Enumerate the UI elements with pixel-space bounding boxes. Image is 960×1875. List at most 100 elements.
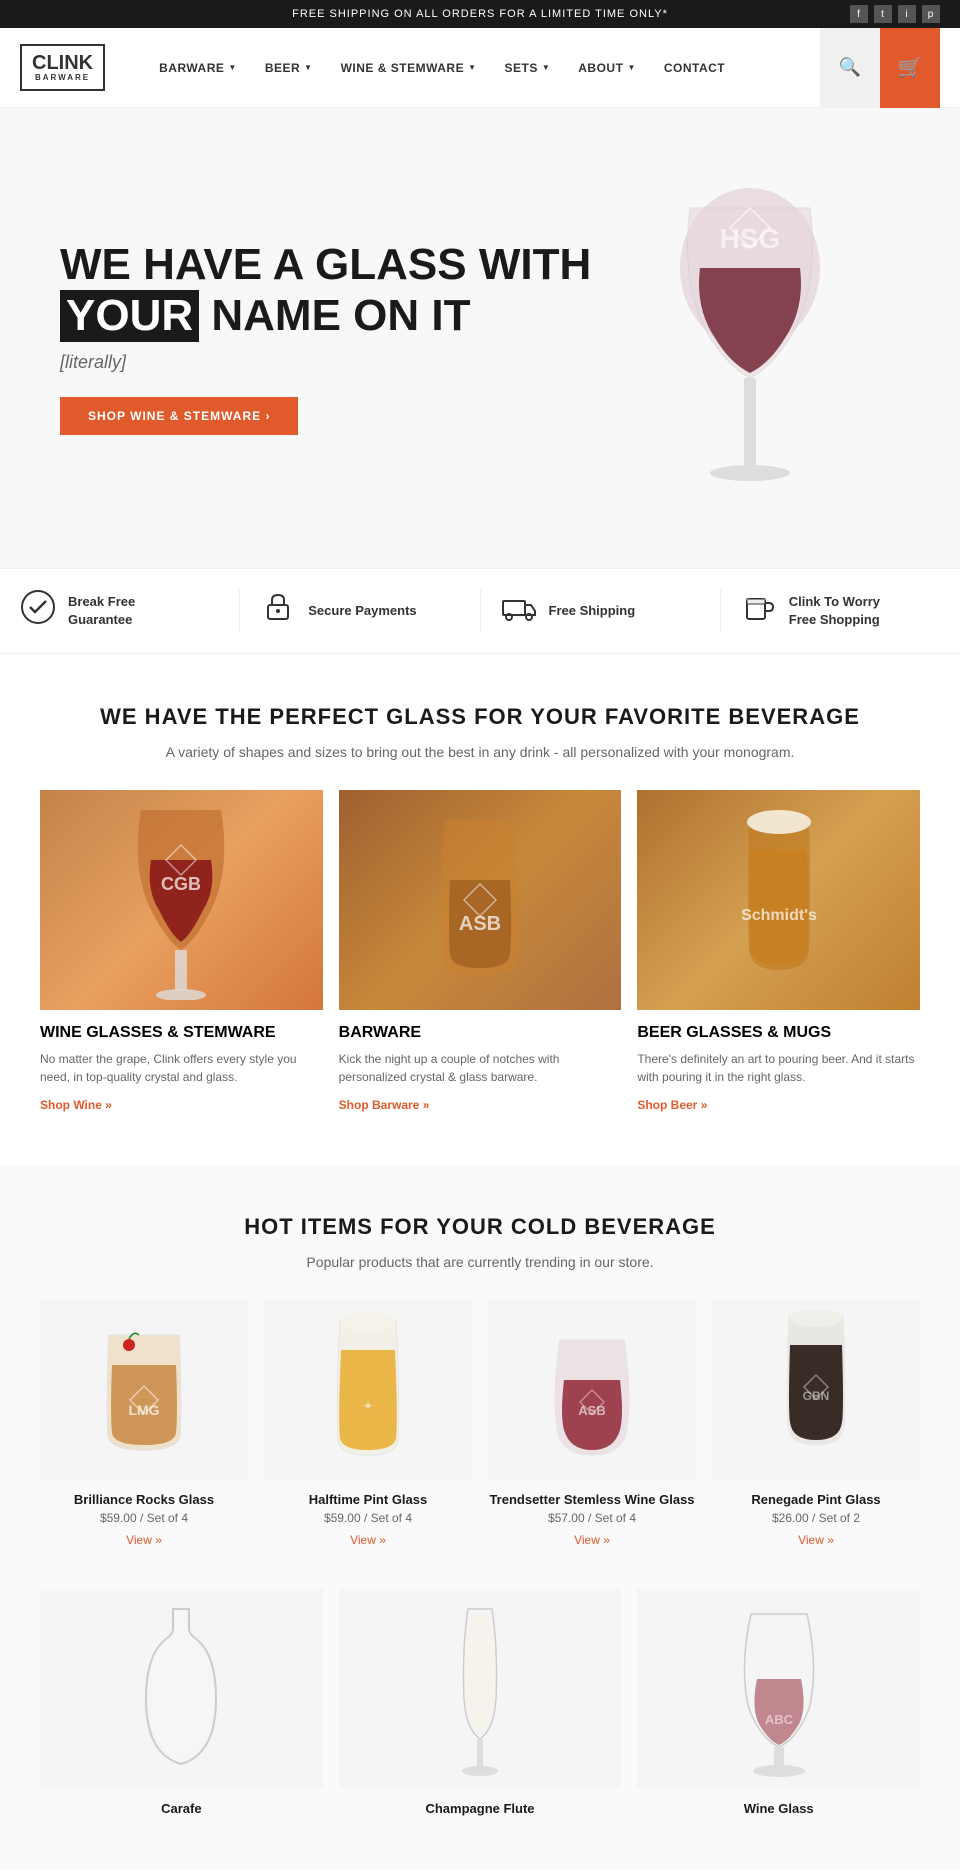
section2-subtitle: Popular products that are currently tren… (40, 1254, 920, 1270)
barware-glass-icon: ASB (420, 800, 540, 1000)
pinterest-icon[interactable]: p (922, 5, 940, 23)
section2-title: HOT ITEMS FOR YOUR COLD BEVERAGE (40, 1214, 920, 1240)
header: CLINK BARWARE BARWARE ▼ BEER ▼ WINE & ST… (0, 28, 960, 108)
rocks-glass-icon: LMG (94, 1315, 194, 1465)
wine-glass2-icon: ABC (729, 1599, 829, 1779)
product-grid-row2: Carafe Champagne Flute (40, 1589, 920, 1820)
renegade-pint-icon: GBN (771, 1310, 861, 1470)
nav-sets[interactable]: SETS ▼ (491, 28, 565, 108)
barware-dropdown-arrow: ▼ (228, 63, 236, 72)
logo-line2: BARWARE (32, 74, 93, 83)
hero-section: WE HAVE A GLASS WITH YOUR NAME ON IT [li… (0, 108, 960, 568)
rocks-glass-image: LMG (40, 1300, 248, 1480)
nav-beer[interactable]: BEER ▼ (251, 28, 327, 108)
barware-category-name: BARWARE (339, 1024, 622, 1042)
beer-category-name: BEER GLASSES & MUGS (637, 1024, 920, 1042)
nav-wine[interactable]: WINE & STEMWARE ▼ (327, 28, 491, 108)
wine-glass2-image: ABC (637, 1589, 920, 1789)
product-carafe: Carafe (40, 1589, 323, 1820)
product-renegade-pint: GBN Renegade Pint Glass $26.00 / Set of … (712, 1300, 920, 1549)
sets-dropdown-arrow: ▼ (542, 63, 550, 72)
category-barware: ASB BARWARE Kick the night up a couple o… (339, 790, 622, 1114)
carafe-image (40, 1589, 323, 1789)
hero-line2: NAME ON IT (211, 291, 470, 340)
renegade-pint-name: Renegade Pint Glass (712, 1492, 920, 1507)
product-rocks-glass: LMG Brilliance Rocks Glass $59.00 / Set … (40, 1300, 248, 1549)
rocks-glass-link[interactable]: View » (126, 1533, 162, 1547)
feature-secure-text: Secure Payments (308, 602, 416, 620)
nav-about[interactable]: ABOUT ▼ (564, 28, 650, 108)
pint-glass-image: ✦ (264, 1300, 472, 1480)
category-wine: CGB WINE GLASSES & STEMWARE No matter th… (40, 790, 323, 1114)
barware-shop-link[interactable]: Shop Barware » (339, 1098, 430, 1112)
wine-category-image: CGB (40, 790, 323, 1010)
nav-barware[interactable]: BARWARE ▼ (145, 28, 251, 108)
svg-text:LMG: LMG (128, 1402, 159, 1418)
announcement-text: FREE SHIPPING ON ALL ORDERS FOR A LIMITE… (292, 8, 668, 20)
feature-break-free: Break Free Guarantee (0, 589, 240, 633)
renegade-pint-link[interactable]: View » (798, 1533, 834, 1547)
feature-bar: Break Free Guarantee Secure Payments Fr (0, 568, 960, 654)
stemless-wine-icon: ASB (542, 1310, 642, 1470)
wine-glass2-name: Wine Glass (637, 1801, 920, 1816)
product-stemless-wine: ASB Trendsetter Stemless Wine Glass $57.… (488, 1300, 696, 1549)
svg-text:ABC: ABC (765, 1712, 794, 1727)
wine-category-desc: No matter the grape, Clink offers every … (40, 1050, 323, 1086)
wine-dropdown-arrow: ▼ (468, 63, 476, 72)
hero-highlight: YOUR (60, 290, 199, 342)
facebook-icon[interactable]: f (850, 5, 868, 23)
stemless-wine-price: $57.00 / Set of 4 (488, 1511, 696, 1525)
carafe-name: Carafe (40, 1801, 323, 1816)
product-champagne: Champagne Flute (339, 1589, 622, 1820)
cart-button[interactable]: 🛒 (880, 28, 940, 108)
beer-shop-link[interactable]: Shop Beer » (637, 1098, 707, 1112)
feature-secure-payments: Secure Payments (240, 589, 480, 633)
pint-glass-name: Halftime Pint Glass (264, 1492, 472, 1507)
barware-category-image: ASB (339, 790, 622, 1010)
hero-cta-button[interactable]: SHOP WINE & STEMWARE › (60, 397, 298, 435)
beer-glass-icon: Schmidt's (719, 800, 839, 1000)
hero-wine-glass-icon: HSG (650, 168, 850, 508)
beer-category-desc: There's definitely an art to pouring bee… (637, 1050, 920, 1086)
hero-heading: WE HAVE A GLASS WITH YOUR NAME ON IT (60, 241, 600, 342)
pint-glass-link[interactable]: View » (350, 1533, 386, 1547)
wine-category-name: WINE GLASSES & STEMWARE (40, 1024, 323, 1042)
logo[interactable]: CLINK BARWARE (20, 44, 105, 91)
announcement-bar: FREE SHIPPING ON ALL ORDERS FOR A LIMITE… (0, 0, 960, 28)
search-button[interactable]: 🔍 (820, 28, 880, 108)
section1-subtitle: A variety of shapes and sizes to bring o… (40, 744, 920, 760)
main-nav: BARWARE ▼ BEER ▼ WINE & STEMWARE ▼ SETS … (145, 28, 820, 108)
truck-icon (501, 589, 537, 633)
hot-items-section: HOT ITEMS FOR YOUR COLD BEVERAGE Popular… (0, 1164, 960, 1870)
perfect-glass-section: WE HAVE THE PERFECT GLASS FOR YOUR FAVOR… (0, 654, 960, 1164)
product-pint-glass: ✦ Halftime Pint Glass $59.00 / Set of 4 … (264, 1300, 472, 1549)
feature-worry-text: Clink To Worry Free Shopping (789, 593, 880, 629)
pint-glass-icon: ✦ (318, 1310, 418, 1470)
hero-line1: WE HAVE A GLASS WITH (60, 240, 591, 289)
carafe-icon (131, 1599, 231, 1779)
twitter-icon[interactable]: t (874, 5, 892, 23)
pint-glass-price: $59.00 / Set of 4 (264, 1511, 472, 1525)
cart-icon: 🛒 (898, 55, 923, 80)
beer-dropdown-arrow: ▼ (304, 63, 312, 72)
renegade-pint-price: $26.00 / Set of 2 (712, 1511, 920, 1525)
header-right: 🔍 🛒 (820, 28, 940, 108)
product-grid: LMG Brilliance Rocks Glass $59.00 / Set … (40, 1300, 920, 1549)
beer-mug-icon (741, 589, 777, 633)
lock-icon (260, 589, 296, 633)
stemless-wine-link[interactable]: View » (574, 1533, 610, 1547)
category-beer: Schmidt's BEER GLASSES & MUGS There's de… (637, 790, 920, 1114)
renegade-pint-image: GBN (712, 1300, 920, 1480)
rocks-glass-price: $59.00 / Set of 4 (40, 1511, 248, 1525)
nav-contact[interactable]: CONTACT (650, 28, 739, 108)
rocks-glass-name: Brilliance Rocks Glass (40, 1492, 248, 1507)
champagne-image (339, 1589, 622, 1789)
feature-break-free-text: Break Free Guarantee (68, 593, 135, 629)
feature-worry-free: Clink To Worry Free Shopping (721, 589, 960, 633)
about-dropdown-arrow: ▼ (627, 63, 635, 72)
product-wine-glass2: ABC Wine Glass (637, 1589, 920, 1820)
wine-shop-link[interactable]: Shop Wine » (40, 1098, 112, 1112)
champagne-glass-icon (440, 1599, 520, 1779)
instagram-icon[interactable]: i (898, 5, 916, 23)
svg-text:✦: ✦ (363, 1399, 373, 1413)
